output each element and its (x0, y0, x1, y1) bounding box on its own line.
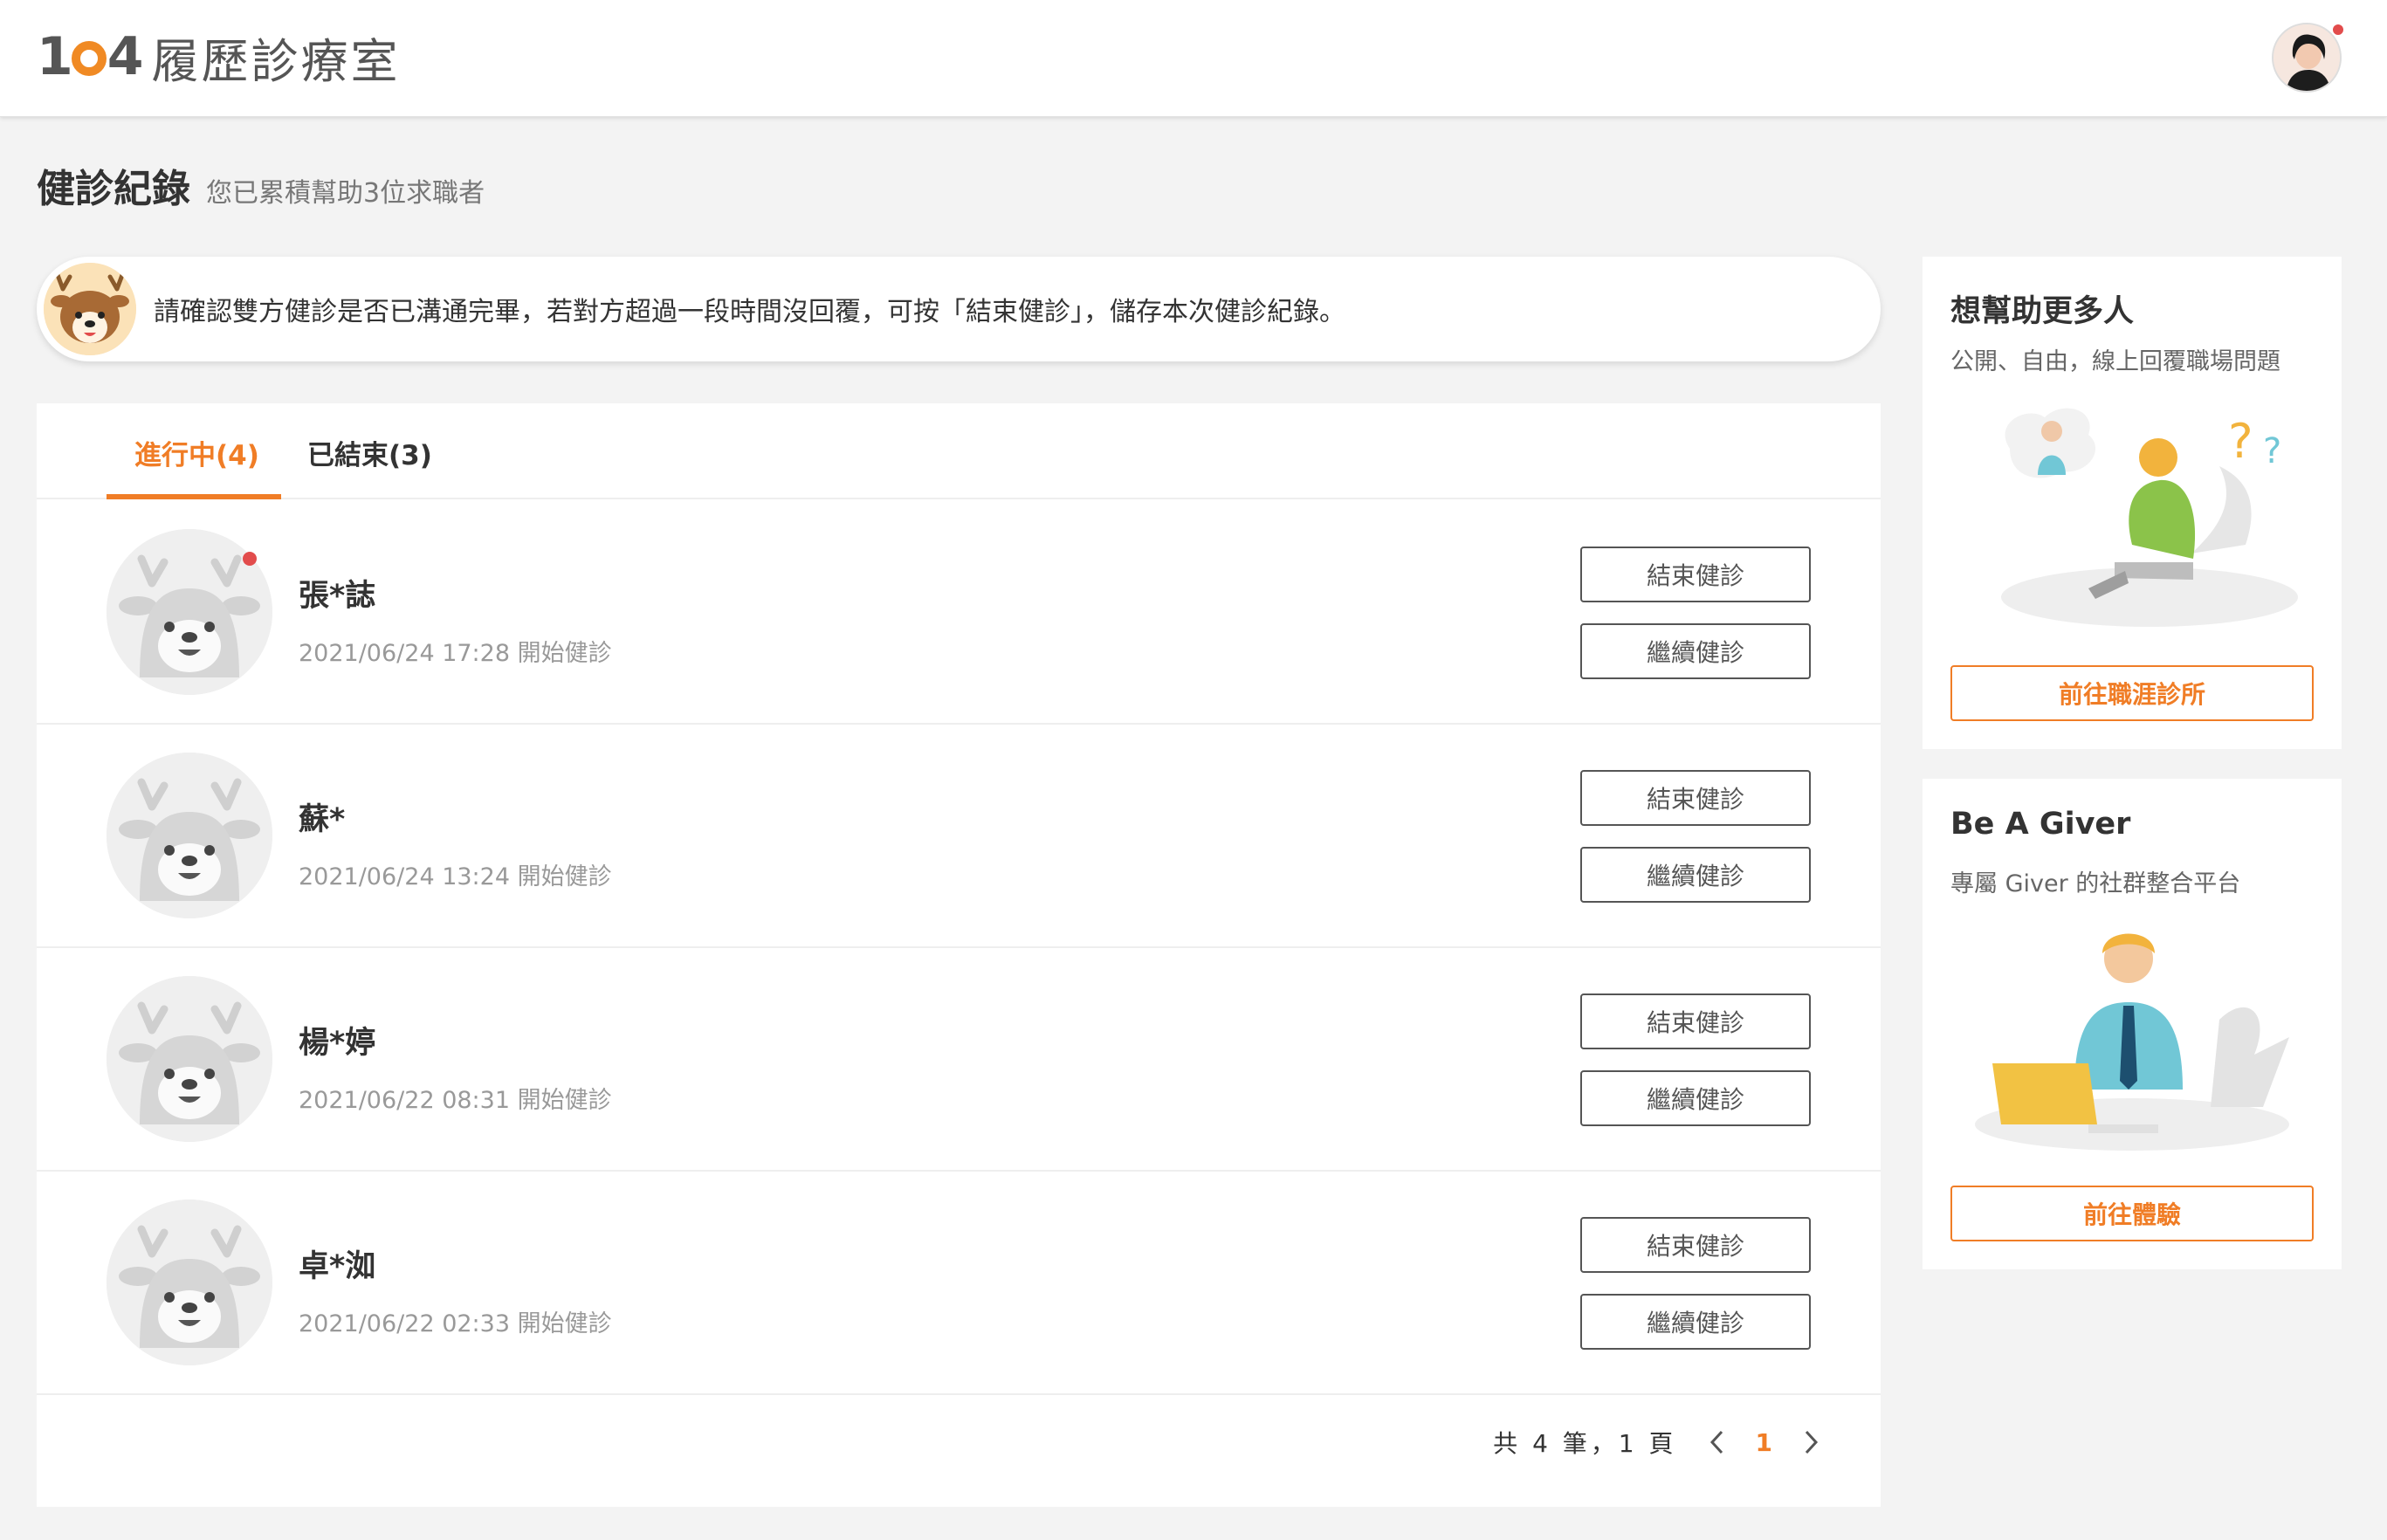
start-time: 2021/06/24 17:28 開始健診 (299, 640, 612, 667)
active-tab-indicator (107, 494, 281, 499)
page-title: 健診紀錄 (37, 167, 190, 211)
tab-finished[interactable]: 已結束(3) (307, 433, 432, 472)
pagination: 共 4 筆，1 頁 1 (1493, 1425, 1826, 1460)
tab-in-progress[interactable]: 進行中(4) (134, 433, 259, 472)
go-experience-button[interactable]: 前往體驗 (1950, 1186, 2314, 1241)
seeker-name: 張*誌 (299, 579, 376, 614)
end-checkup-button[interactable]: 結束健診 (1580, 1217, 1811, 1273)
help-more-card: 想幫助更多人 公開、自由，線上回覆職場問題 ? ? 前往職涯診所 (1923, 257, 2342, 749)
end-checkup-button[interactable]: 結束健診 (1580, 770, 1811, 826)
brand-name: 履歷診療室 (151, 33, 401, 89)
continue-checkup-button[interactable]: 繼續健診 (1580, 623, 1811, 679)
seeker-name: 蘇* (299, 802, 346, 837)
start-time: 2021/06/24 13:24 開始健診 (299, 863, 612, 890)
continue-checkup-button[interactable]: 繼續健診 (1580, 847, 1811, 903)
notice-banner: 請確認雙方健診是否已溝通完畢，若對方超過一段時間沒回覆，可按「結束健診」，儲存本… (37, 257, 1881, 361)
notice-text: 請確認雙方健診是否已溝通完畢，若對方超過一段時間沒回覆，可按「結束健診」，儲存本… (154, 297, 1345, 327)
thinking-person-illustration: ? ? (1957, 396, 2307, 637)
brand-logo[interactable]: 14 履歷診療室 (37, 26, 401, 89)
help-more-desc: 公開、自由，線上回覆職場問題 (1950, 348, 2280, 375)
current-page[interactable]: 1 (1756, 1428, 1772, 1457)
deer-mascot-icon (44, 263, 136, 355)
go-career-clinic-button[interactable]: 前往職涯診所 (1950, 665, 2314, 721)
unread-dot (243, 552, 257, 566)
record-row: 楊*婷 2021/06/22 08:31 開始健診 結束健診 繼續健診 (37, 948, 1881, 1172)
records-panel: 進行中(4) 已結束(3) 張*誌 2021/06/24 17:28 開始健診 … (37, 403, 1881, 1507)
end-checkup-button[interactable]: 結束健診 (1580, 547, 1811, 602)
user-avatar (2272, 23, 2342, 93)
seeker-name: 卓*洳 (299, 1249, 376, 1284)
be-a-giver-desc: 專屬 Giver 的社群整合平台 (1950, 870, 2241, 897)
deer-avatar-icon (107, 753, 272, 918)
brand-number: 14 (37, 26, 143, 87)
page-subtitle: 您已累積幫助3位求職者 (206, 178, 485, 209)
record-row: 蘇* 2021/06/24 13:24 開始健診 結束健診 繼續健診 (37, 725, 1881, 948)
start-time: 2021/06/22 08:31 開始健診 (299, 1087, 612, 1114)
page-title-area: 健診紀錄 您已累積幫助3位求職者 (37, 157, 485, 213)
record-row: 卓*洳 2021/06/22 02:33 開始健診 結束健診 繼續健診 (37, 1172, 1881, 1395)
pagination-summary: 共 4 筆，1 頁 (1493, 1429, 1677, 1458)
continue-checkup-button[interactable]: 繼續健診 (1580, 1070, 1811, 1126)
user-avatar-button[interactable] (2272, 23, 2345, 93)
help-more-title: 想幫助更多人 (1950, 294, 2135, 329)
giver-illustration (1957, 915, 2307, 1163)
chevron-right-icon[interactable] (1797, 1425, 1826, 1460)
tab-bar: 進行中(4) 已結束(3) (37, 403, 1881, 499)
seeker-name: 楊*婷 (299, 1026, 376, 1061)
deer-avatar-icon (107, 1200, 272, 1365)
record-row: 張*誌 2021/06/24 17:28 開始健診 結束健診 繼續健診 (37, 501, 1881, 725)
chevron-left-icon[interactable] (1702, 1425, 1731, 1460)
end-checkup-button[interactable]: 結束健診 (1580, 993, 1811, 1049)
be-a-giver-title: Be A Giver (1950, 807, 2131, 842)
notification-dot (2331, 23, 2345, 37)
start-time: 2021/06/22 02:33 開始健診 (299, 1310, 612, 1337)
deer-avatar-icon (107, 976, 272, 1142)
svg-text:?: ? (2228, 414, 2253, 469)
be-a-giver-card: Be A Giver 專屬 Giver 的社群整合平台 前往體驗 (1923, 779, 2342, 1269)
svg-text:?: ? (2263, 431, 2281, 471)
top-navbar: 14 履歷診療室 (0, 0, 2387, 117)
continue-checkup-button[interactable]: 繼續健診 (1580, 1294, 1811, 1350)
